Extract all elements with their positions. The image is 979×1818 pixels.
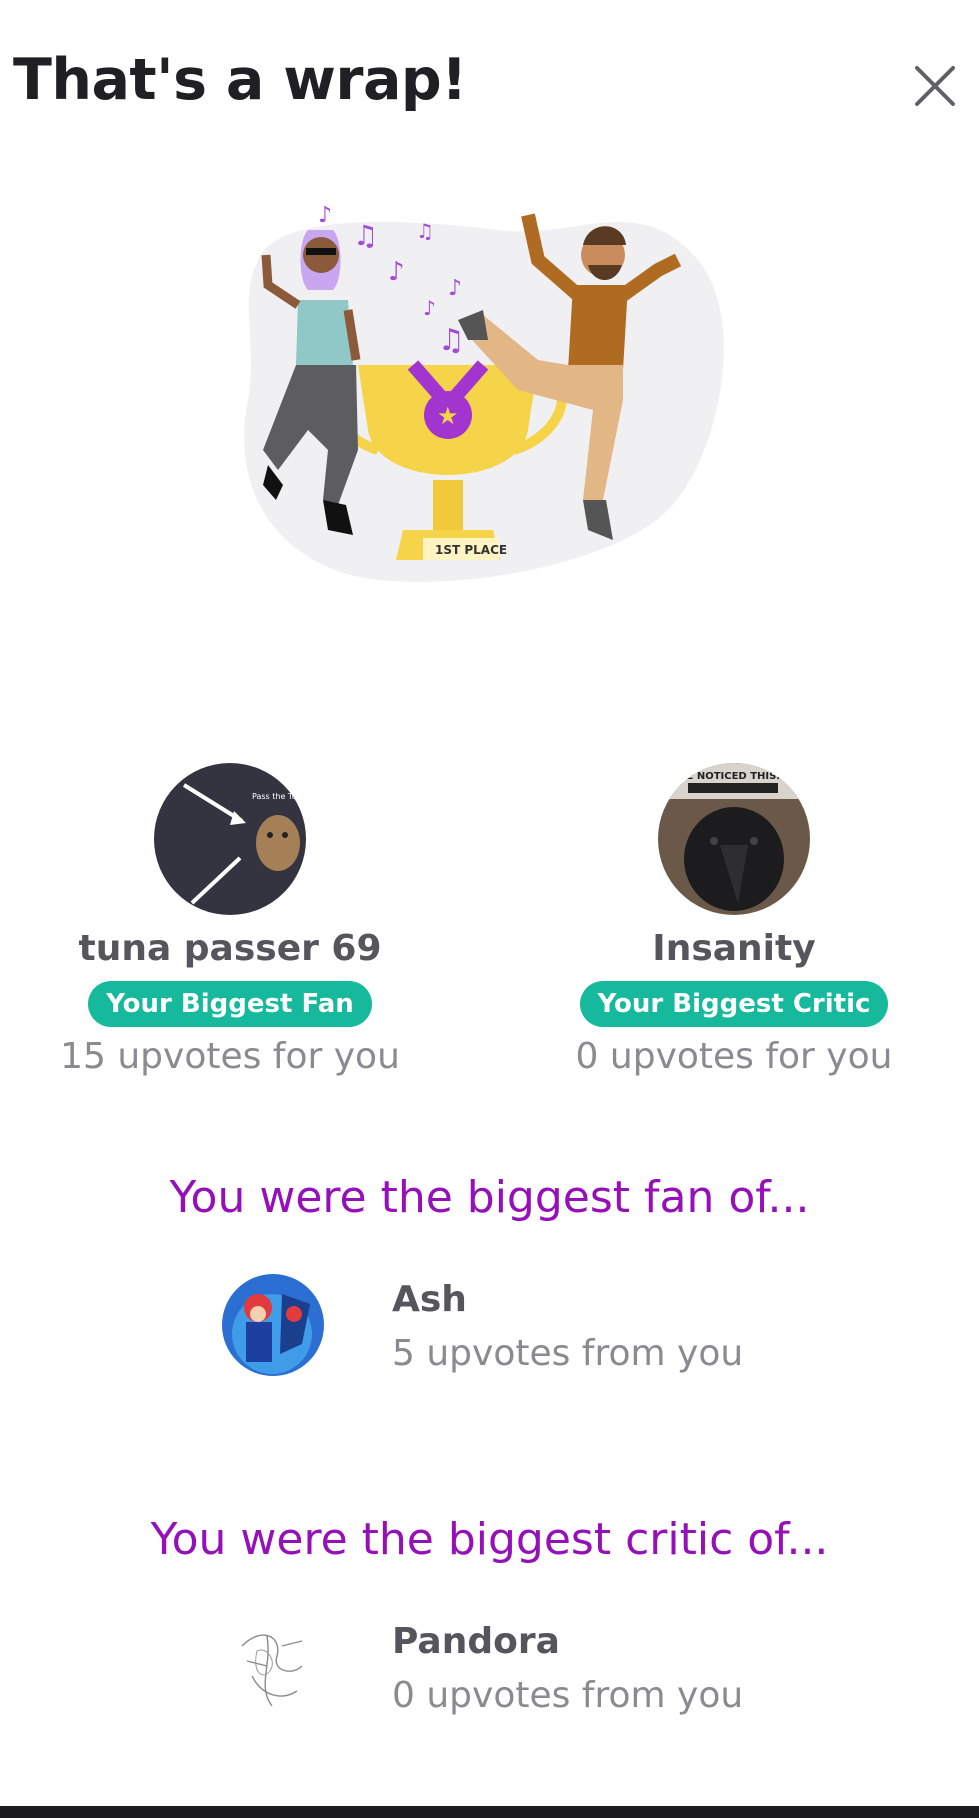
modal-header: That's a wrap! (0, 0, 979, 170)
svg-text:♫: ♫ (353, 219, 378, 252)
celebration-illustration: ♪ ♫ ♪ ♫ ♪ ♪ ♫ 1ST PLACE ★ (238, 200, 728, 600)
svg-text:Pass the Tuna down: Pass the Tuna down (252, 792, 306, 801)
page-title: That's a wrap! (13, 47, 467, 113)
svg-text:♫: ♫ (438, 323, 465, 358)
critic-upvote-count: 0 upvotes for you (575, 1036, 893, 1077)
status-badge: Your Biggest Fan (88, 981, 372, 1027)
fan-of-heading: You were the biggest fan of... (169, 1172, 810, 1223)
svg-text:I'VE NOTICED THIS. I'M LOOKING: I'VE NOTICED THIS. I'M LOOKING AT YOU (672, 771, 810, 782)
svg-text:♪: ♪ (388, 257, 405, 287)
status-badge: Your Biggest Critic (579, 981, 889, 1027)
close-icon (915, 66, 955, 106)
svg-text:♪: ♪ (448, 276, 462, 301)
svg-text:★: ★ (437, 402, 459, 430)
fan-of-name: Ash (392, 1279, 467, 1320)
list-item[interactable]: Ash 5 upvotes from you (222, 1274, 872, 1384)
fan-of-upvote-count: 5 upvotes from you (392, 1333, 744, 1374)
critic-of-upvote-count: 0 upvotes from you (392, 1675, 744, 1716)
avatar[interactable]: Pass the Tuna down (154, 763, 306, 915)
fan-upvote-count: 15 upvotes for you (60, 1036, 400, 1077)
avatar[interactable] (222, 1616, 324, 1718)
svg-text:1ST PLACE: 1ST PLACE (435, 543, 507, 557)
biggest-critic-card[interactable]: I'VE NOTICED THIS. I'M LOOKING AT YOU In… (524, 763, 944, 1081)
critic-name: Insanity (652, 928, 816, 969)
close-button[interactable] (905, 56, 965, 116)
svg-text:♫: ♫ (416, 219, 434, 243)
bottom-edge (0, 1806, 979, 1818)
critic-of-heading: You were the biggest critic of... (150, 1514, 829, 1565)
svg-text:♪: ♪ (318, 203, 332, 228)
fan-name: tuna passer 69 (78, 928, 382, 969)
avatar[interactable] (222, 1274, 324, 1376)
avatar[interactable]: I'VE NOTICED THIS. I'M LOOKING AT YOU (658, 763, 810, 915)
svg-text:♪: ♪ (423, 296, 436, 320)
list-item[interactable]: Pandora 0 upvotes from you (222, 1616, 872, 1726)
biggest-fan-card[interactable]: Pass the Tuna down tuna passer 69 Your B… (20, 763, 440, 1081)
critic-of-name: Pandora (392, 1621, 560, 1662)
